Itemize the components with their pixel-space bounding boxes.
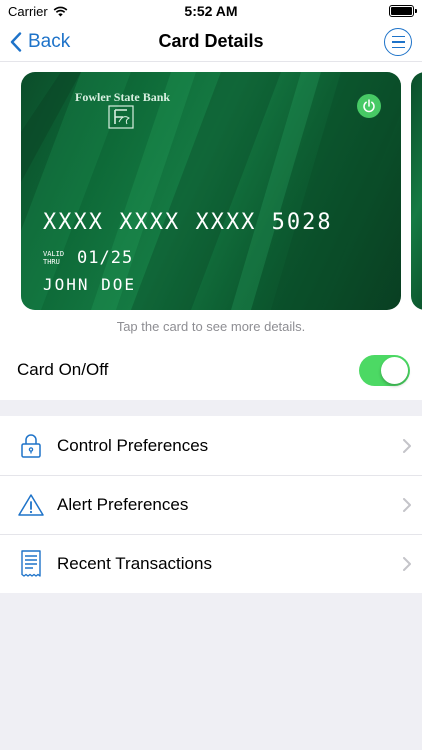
- power-icon: [363, 99, 375, 113]
- battery-fill: [391, 7, 412, 15]
- bank-logo-icon: [108, 105, 134, 129]
- lock-icon: [20, 433, 41, 458]
- preferences-list: Control Preferences Alert Preferences Re…: [0, 416, 422, 593]
- chevron-left-icon: [10, 32, 22, 52]
- chevron-right-icon: [403, 498, 411, 512]
- card-holder-name: JOHN DOE: [43, 275, 137, 294]
- carrier-label: Carrier: [8, 3, 48, 19]
- card-number: XXXX XXXX XXXX 5028: [43, 210, 333, 235]
- list-item-label: Recent Transactions: [57, 554, 212, 573]
- back-label: Back: [28, 31, 71, 52]
- wifi-icon: [53, 6, 68, 16]
- card-on-off-switch[interactable]: [359, 354, 410, 386]
- warning-icon: [17, 494, 44, 516]
- list-item-alert-preferences[interactable]: Alert Preferences: [0, 475, 422, 534]
- bank-name: Fowler State Bank: [75, 90, 171, 104]
- list-item-recent-transactions[interactable]: Recent Transactions: [0, 534, 422, 593]
- card-expiry: 01/25: [77, 248, 134, 268]
- back-button[interactable]: Back: [10, 22, 70, 62]
- status-left: Carrier: [8, 4, 68, 19]
- battery-icon: [389, 5, 417, 17]
- switch-knob: [381, 356, 408, 384]
- list-item-label: Control Preferences: [57, 435, 209, 455]
- card-hint: Tap the card to see more details.: [116, 319, 306, 334]
- page-title: Card Details: [158, 31, 264, 51]
- card-carousel[interactable]: Fowler State Bank XXXX XXXX XXXX 5028 VA…: [0, 62, 422, 340]
- menu-line-icon: [391, 46, 405, 49]
- menu-button[interactable]: [384, 28, 412, 56]
- card-toggle-label: Card On/Off: [17, 360, 109, 379]
- status-bar: Carrier 5:52 AM: [0, 0, 422, 22]
- menu-line-icon: [391, 35, 405, 38]
- next-card-preview[interactable]: [411, 72, 422, 310]
- valid-thru-label: VALID THRU: [43, 250, 65, 266]
- card-toggle-row: Card On/Off: [0, 340, 422, 400]
- chevron-right-icon: [403, 557, 411, 571]
- list-item-label: Alert Preferences: [57, 495, 189, 514]
- receipt-icon: [20, 550, 41, 577]
- nav-bar: Back Card Details: [0, 22, 422, 62]
- debit-card[interactable]: Fowler State Bank XXXX XXXX XXXX 5028 VA…: [21, 72, 401, 310]
- list-item-control-preferences[interactable]: Control Preferences: [0, 416, 422, 475]
- menu-line-icon: [391, 41, 405, 43]
- chevron-right-icon: [403, 438, 411, 453]
- card-power-button[interactable]: [357, 94, 381, 118]
